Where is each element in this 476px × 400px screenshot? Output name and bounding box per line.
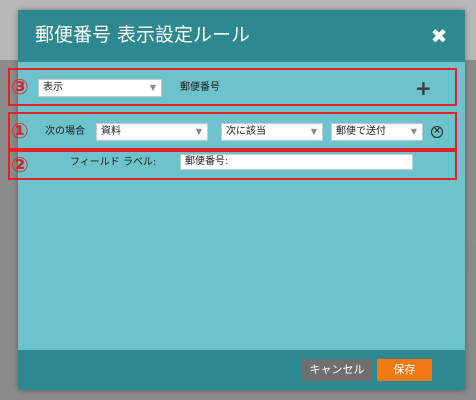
chevron-down-icon: ▼ [195, 127, 202, 136]
condition-prefix-label: 次の場合 [45, 126, 85, 137]
field-label-caption: フィールド ラベル: [70, 157, 157, 168]
field-label-input[interactable]: 郵便番号: [180, 154, 413, 170]
condition-field-select[interactable]: 資料 ▼ [96, 123, 208, 141]
display-rule-dialog: 郵便番号 表示設定ルール ✖ ③ 表示 ▼ 郵便番号 + ① 次の場合 資料 ▼… [8, 10, 465, 390]
plus-icon[interactable]: + [415, 78, 432, 98]
annotation-two: ② [11, 153, 29, 177]
condition-operator-select[interactable]: 次に該当 ▼ [221, 123, 323, 141]
dialog-footer: キャンセル 保存 [18, 350, 465, 390]
cancel-button[interactable]: キャンセル [302, 359, 372, 381]
dialog-title: 郵便番号 表示設定ルール [35, 24, 251, 46]
save-button[interactable]: 保存 [377, 359, 432, 381]
annotation-three: ③ [11, 75, 29, 99]
remove-circle-icon[interactable]: × [431, 126, 443, 138]
chevron-down-icon: ▼ [149, 83, 156, 92]
condition-value-value: 郵便で送付 [336, 126, 386, 137]
action-select-value: 表示 [43, 82, 63, 93]
target-field-label: 郵便番号 [180, 82, 220, 93]
condition-value-select[interactable]: 郵便で送付 ▼ [331, 123, 423, 141]
chevron-down-icon: ▼ [410, 127, 417, 136]
close-icon[interactable]: ✖ [429, 26, 449, 46]
condition-operator-value: 次に該当 [226, 126, 266, 137]
condition-field-value: 資料 [101, 126, 121, 137]
action-select[interactable]: 表示 ▼ [38, 79, 162, 97]
chevron-down-icon: ▼ [310, 127, 317, 136]
dialog-header: 郵便番号 表示設定ルール ✖ [18, 10, 465, 62]
annotation-one: ① [11, 119, 29, 143]
